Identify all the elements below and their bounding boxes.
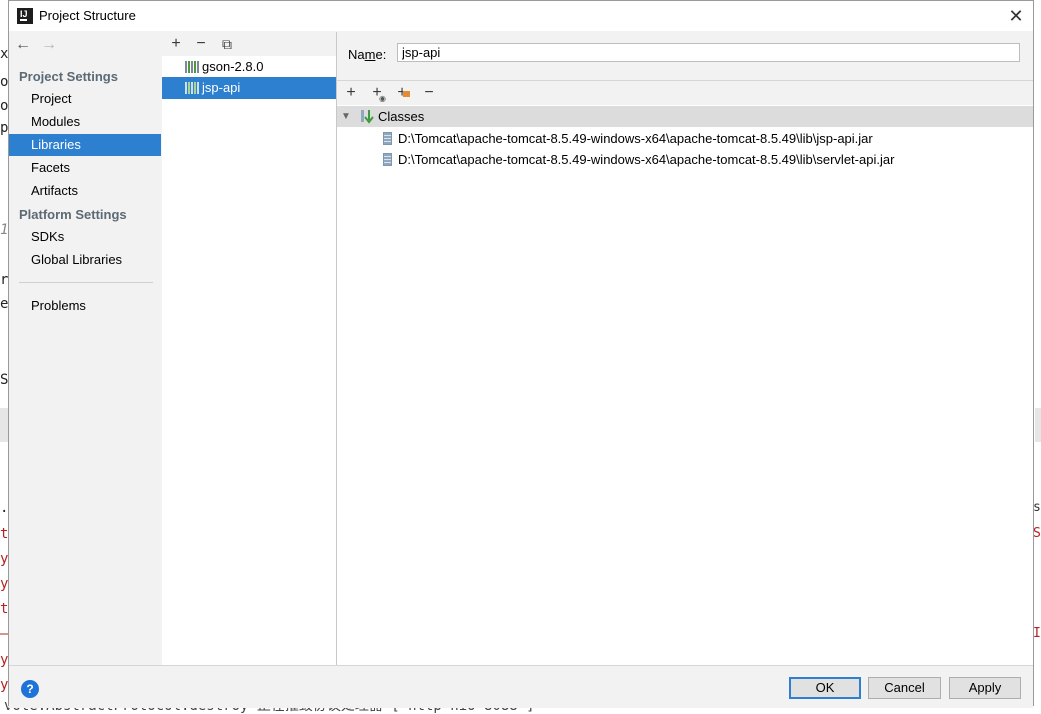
forward-arrow-icon[interactable]: → [41,36,67,54]
classes-toolbar: + + ◉ + − [337,81,1033,105]
nav-item-sdks[interactable]: SDKs [9,226,161,248]
help-icon[interactable]: ? [21,680,39,698]
section-header-project-settings: Project Settings [19,69,118,84]
cancel-button[interactable]: Cancel [868,677,941,699]
name-label: Name: [348,47,387,62]
attach-jar-icon[interactable]: + [392,83,412,103]
background-char: S [1033,526,1041,541]
dialog-footer: ? OK Cancel Apply [9,665,1033,708]
settings-navigation: ← → Project Settings Project Modules Libr… [9,32,163,665]
nav-item-libraries[interactable]: Libraries [9,134,161,156]
nav-item-artifacts[interactable]: Artifacts [9,180,161,202]
jar-path: D:\Tomcat\apache-tomcat-8.5.49-windows-x… [398,131,873,146]
copy-library-icon[interactable]: ⧉ [217,34,237,54]
back-arrow-icon[interactable]: ← [15,36,41,54]
ok-button[interactable]: OK [789,677,861,699]
jar-entry[interactable]: D:\Tomcat\apache-tomcat-8.5.49-windows-x… [383,149,895,170]
library-name: gson-2.8.0 [202,59,264,74]
background-band-left [0,408,8,442]
project-structure-dialog: IJ Project Structure ✕ ← → Project Settin… [8,0,1034,708]
background-band-right [1035,408,1041,442]
library-icon [185,82,199,94]
classes-label: Classes [378,109,425,124]
remove-root-icon[interactable]: − [419,83,439,103]
nav-item-global-libraries[interactable]: Global Libraries [9,249,161,271]
nav-item-modules[interactable]: Modules [9,111,161,133]
nav-divider [19,282,153,283]
classes-node[interactable]: ▼ Classes [337,106,1033,127]
attach-files-icon[interactable]: + ◉ [367,83,387,103]
chevron-down-icon[interactable]: ▼ [341,106,351,127]
intellij-app-icon: IJ [17,8,33,24]
close-button[interactable]: ✕ [1005,5,1027,27]
history-arrows: ← → [15,36,67,54]
section-header-platform-settings: Platform Settings [19,207,127,222]
libraries-toolbar: + − ⧉ [162,32,336,56]
jar-icon [383,132,392,145]
libraries-panel: + − ⧉ gson-2.8.0 jsp-api [162,32,337,665]
library-item[interactable]: gson-2.8.0 [162,56,336,78]
background-char: s [1033,500,1041,515]
nav-item-facets[interactable]: Facets [9,157,161,179]
library-item[interactable]: jsp-api [162,77,336,99]
jar-entry[interactable]: D:\Tomcat\apache-tomcat-8.5.49-windows-x… [383,128,873,149]
add-root-icon[interactable]: + [341,83,361,103]
library-icon [185,61,199,73]
dialog-title: Project Structure [39,8,136,23]
library-name: jsp-api [202,80,241,95]
jar-path: D:\Tomcat\apache-tomcat-8.5.49-windows-x… [398,152,895,167]
classes-root-icon [361,110,374,124]
library-name-field[interactable] [397,43,1020,62]
nav-item-project[interactable]: Project [9,88,161,110]
name-bar: Name: [337,32,1033,81]
apply-button[interactable]: Apply [949,677,1021,699]
remove-library-icon[interactable]: − [191,34,211,54]
add-library-icon[interactable]: + [166,34,186,54]
jar-icon [383,153,392,166]
background-char: I [1033,626,1041,641]
background-editor-right [1035,0,1041,714]
library-detail-panel: Name: + +◉ + − ▼ Classes D:\Tomcat\apach… [337,32,1033,665]
nav-item-problems[interactable]: Problems [9,295,161,317]
title-bar[interactable]: IJ Project Structure ✕ [9,1,1033,31]
